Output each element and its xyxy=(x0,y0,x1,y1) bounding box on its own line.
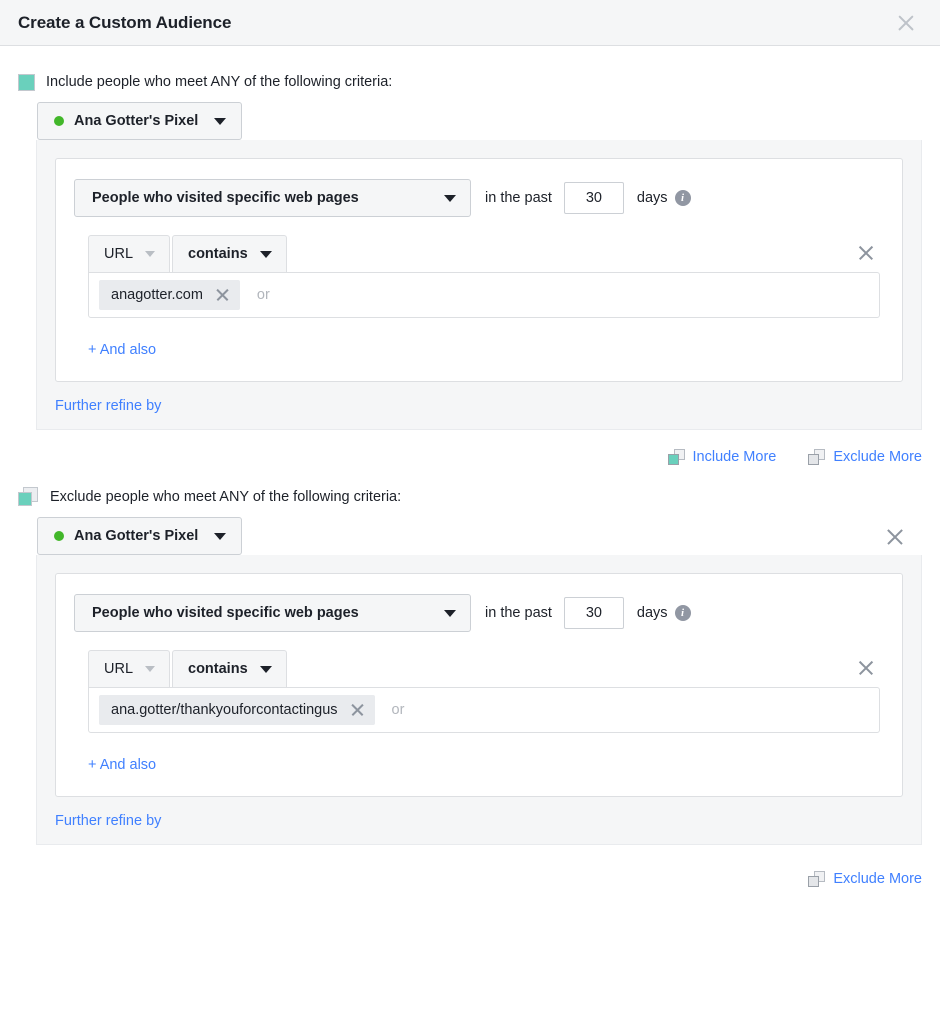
include-rule-card: People who visited specific web pages in… xyxy=(55,158,903,382)
include-event-label: People who visited specific web pages xyxy=(92,190,359,206)
chevron-down-icon xyxy=(145,666,155,672)
chevron-down-icon xyxy=(145,251,155,257)
include-more-button[interactable]: Include More xyxy=(668,449,777,465)
exclude-event-label: People who visited specific web pages xyxy=(92,605,359,621)
include-in-the-past-label: in the past xyxy=(485,190,552,206)
include-event-select[interactable]: People who visited specific web pages xyxy=(74,179,471,217)
chevron-down-icon xyxy=(260,666,272,673)
exclude-field-select[interactable]: URL xyxy=(88,650,170,687)
exclude-field-label: URL xyxy=(104,661,133,677)
exclude-rule-card: People who visited specific web pages in… xyxy=(55,573,903,797)
include-rule-header: People who visited specific web pages in… xyxy=(74,179,882,217)
include-or-text: or xyxy=(257,287,270,303)
info-icon[interactable]: i xyxy=(675,190,691,206)
exclude-url-block: URL contains ana.gotter/thankyouforconta… xyxy=(88,650,882,733)
include-days-label: days xyxy=(637,190,668,206)
exclude-field-tabs: URL contains xyxy=(88,650,882,687)
include-field-select[interactable]: URL xyxy=(88,235,170,272)
include-field-label: URL xyxy=(104,246,133,262)
exclude-criteria-panel: People who visited specific web pages in… xyxy=(36,555,922,845)
chevron-down-icon xyxy=(214,533,226,540)
chevron-down-icon xyxy=(444,610,456,617)
include-rule-remove-icon[interactable] xyxy=(856,243,876,263)
bottom-exclude-more-button[interactable]: Exclude More xyxy=(808,871,922,887)
exclude-days-label: days xyxy=(637,605,668,621)
include-and-also-link[interactable]: + And also xyxy=(88,342,156,358)
exclude-more-icon xyxy=(808,449,825,465)
exclude-token-text: ana.gotter/thankyouforcontactingus xyxy=(111,702,338,718)
include-token-text: anagotter.com xyxy=(111,287,203,303)
exclude-and-also-link[interactable]: + And also xyxy=(88,757,156,773)
bottom-exclude-more-label: Exclude More xyxy=(833,871,922,887)
exclude-operator-select[interactable]: contains xyxy=(172,650,287,687)
exclude-pixel-name: Ana Gotter's Pixel xyxy=(74,528,198,544)
page-title: Create a Custom Audience xyxy=(18,13,894,33)
exclude-square-icon xyxy=(18,487,39,507)
exclude-heading-label: Exclude people who meet ANY of the follo… xyxy=(50,489,401,505)
green-status-dot xyxy=(54,116,64,126)
include-pixel-name: Ana Gotter's Pixel xyxy=(74,113,198,129)
include-url-block: URL contains anagotter.com or xyxy=(88,235,882,318)
exclude-in-the-past-label: in the past xyxy=(485,605,552,621)
chevron-down-icon xyxy=(214,118,226,125)
include-operator-select[interactable]: contains xyxy=(172,235,287,272)
close-icon[interactable] xyxy=(349,702,366,719)
exclude-token: ana.gotter/thankyouforcontactingus xyxy=(99,695,375,725)
include-more-icon xyxy=(668,449,685,465)
exclude-rule-remove-icon[interactable] xyxy=(856,658,876,678)
chevron-down-icon xyxy=(444,195,456,202)
include-section-heading: Include people who meet ANY of the follo… xyxy=(0,67,940,97)
exclude-or-text: or xyxy=(392,702,405,718)
exclude-pixel-selector[interactable]: Ana Gotter's Pixel xyxy=(37,517,242,555)
exclude-rule-header: People who visited specific web pages in… xyxy=(74,594,882,632)
include-more-label: Include More xyxy=(693,449,777,465)
create-custom-audience-dialog: Create a Custom Audience Include people … xyxy=(0,0,940,1024)
include-square-icon xyxy=(18,74,35,91)
exclude-more-icon xyxy=(808,871,825,887)
close-icon[interactable] xyxy=(214,287,231,304)
include-exclude-more-row: Include More Exclude More xyxy=(0,449,940,465)
exclude-further-refine-link[interactable]: Further refine by xyxy=(55,813,161,829)
bottom-exclude-more-row: Exclude More xyxy=(0,871,940,887)
exclude-days-input[interactable] xyxy=(564,597,624,629)
include-days-input[interactable] xyxy=(564,182,624,214)
chevron-down-icon xyxy=(260,251,272,258)
include-field-tabs: URL contains xyxy=(88,235,882,272)
exclude-operator-label: contains xyxy=(188,661,248,677)
exclude-more-button[interactable]: Exclude More xyxy=(808,449,922,465)
exclude-more-label: Exclude More xyxy=(833,449,922,465)
close-icon[interactable] xyxy=(894,11,918,35)
include-token: anagotter.com xyxy=(99,280,240,310)
include-pixel-selector[interactable]: Ana Gotter's Pixel xyxy=(37,102,242,140)
exclude-section-remove-icon[interactable] xyxy=(884,526,906,548)
exclude-event-select[interactable]: People who visited specific web pages xyxy=(74,594,471,632)
exclude-token-field[interactable]: ana.gotter/thankyouforcontactingus or xyxy=(88,687,880,733)
include-further-refine-link[interactable]: Further refine by xyxy=(55,398,161,414)
include-token-field[interactable]: anagotter.com or xyxy=(88,272,880,318)
info-icon[interactable]: i xyxy=(675,605,691,621)
green-status-dot xyxy=(54,531,64,541)
exclude-section-heading: Exclude people who meet ANY of the follo… xyxy=(0,482,940,512)
dialog-header: Create a Custom Audience xyxy=(0,0,940,46)
include-operator-label: contains xyxy=(188,246,248,262)
include-heading-label: Include people who meet ANY of the follo… xyxy=(46,74,392,90)
include-criteria-panel: People who visited specific web pages in… xyxy=(36,140,922,430)
exclude-pixel-row: Ana Gotter's Pixel xyxy=(0,517,940,555)
include-pixel-row: Ana Gotter's Pixel xyxy=(0,102,940,140)
